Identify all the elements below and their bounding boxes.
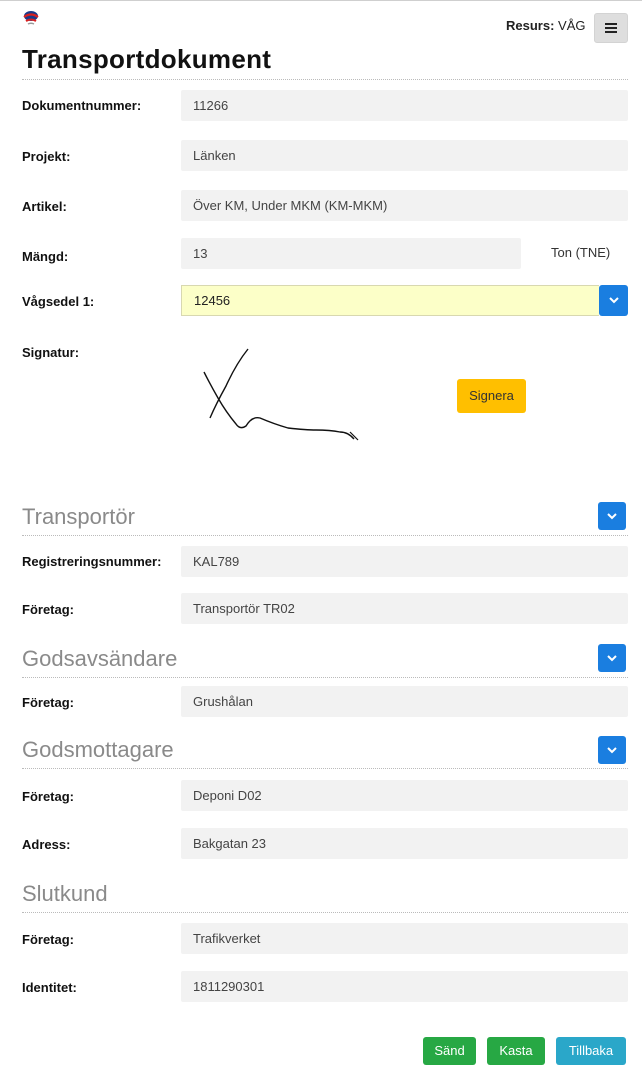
page-title: Transportdokument (22, 44, 628, 80)
mangd-label: Mängd: (22, 249, 69, 264)
transportor-foretag-label: Företag: (22, 602, 74, 617)
dokumentnummer-field: 11266 (181, 90, 628, 121)
app-logo-icon (23, 11, 39, 25)
vagsedel-dropdown-button[interactable] (599, 285, 628, 316)
signatur-label: Signatur: (22, 345, 80, 360)
slutkund-foretag-label: Företag: (22, 932, 74, 947)
identitet-label: Identitet: (22, 980, 77, 995)
hamburger-icon (605, 23, 617, 33)
chevron-down-icon (607, 654, 617, 661)
transportor-toggle-button[interactable] (598, 502, 626, 530)
vagsedel-label: Vågsedel 1: (22, 294, 95, 309)
chevron-down-icon (608, 297, 619, 304)
transportor-section-title: Transportör (22, 504, 628, 536)
top-bar: Resurs: VÅG (0, 0, 642, 45)
resurs-label: Resurs: (506, 18, 555, 33)
projekt-label: Projekt: (22, 149, 71, 164)
slutkund-section-title: Slutkund (22, 881, 628, 913)
transportor-foretag-field: Transportör TR02 (181, 593, 628, 624)
godsavsandare-foretag-label: Företag: (22, 695, 74, 710)
chevron-down-icon (607, 746, 617, 753)
vagsedel-select[interactable]: 12456 (181, 285, 599, 316)
mangd-field[interactable]: 13 (181, 238, 521, 269)
registreringsnummer-label: Registreringsnummer: (22, 554, 162, 569)
dokumentnummer-label: Dokumentnummer: (22, 98, 142, 113)
adress-label: Adress: (22, 837, 71, 852)
godsmottagare-toggle-button[interactable] (598, 736, 626, 764)
tillbaka-button[interactable]: Tillbaka (556, 1037, 626, 1065)
chevron-down-icon (607, 512, 617, 519)
sand-button[interactable]: Sänd (423, 1037, 476, 1065)
godsavsandare-section-title: Godsavsändare (22, 646, 628, 678)
slutkund-foretag-field: Trafikverket (181, 923, 628, 954)
signera-button[interactable]: Signera (457, 379, 526, 413)
kasta-button[interactable]: Kasta (487, 1037, 545, 1065)
godsavsandare-toggle-button[interactable] (598, 644, 626, 672)
mangd-unit: Ton (TNE) (551, 245, 611, 260)
artikel-field: Över KM, Under MKM (KM-MKM) (181, 190, 628, 221)
signature-drawing (203, 348, 359, 441)
adress-field: Bakgatan 23 (181, 828, 628, 859)
resurs-indicator: Resurs: VÅG (506, 18, 586, 33)
godsavsandare-foretag-field: Grushålan (181, 686, 628, 717)
registreringsnummer-field: KAL789 (181, 546, 628, 577)
godsmottagare-foretag-label: Företag: (22, 789, 74, 804)
artikel-label: Artikel: (22, 199, 67, 214)
godsmottagare-section-title: Godsmottagare (22, 737, 628, 769)
identitet-field: 1811290301 (181, 971, 628, 1002)
godsmottagare-foretag-field: Deponi D02 (181, 780, 628, 811)
resurs-value: VÅG (558, 18, 586, 33)
projekt-field: Länken (181, 140, 628, 171)
menu-button[interactable] (594, 13, 628, 43)
